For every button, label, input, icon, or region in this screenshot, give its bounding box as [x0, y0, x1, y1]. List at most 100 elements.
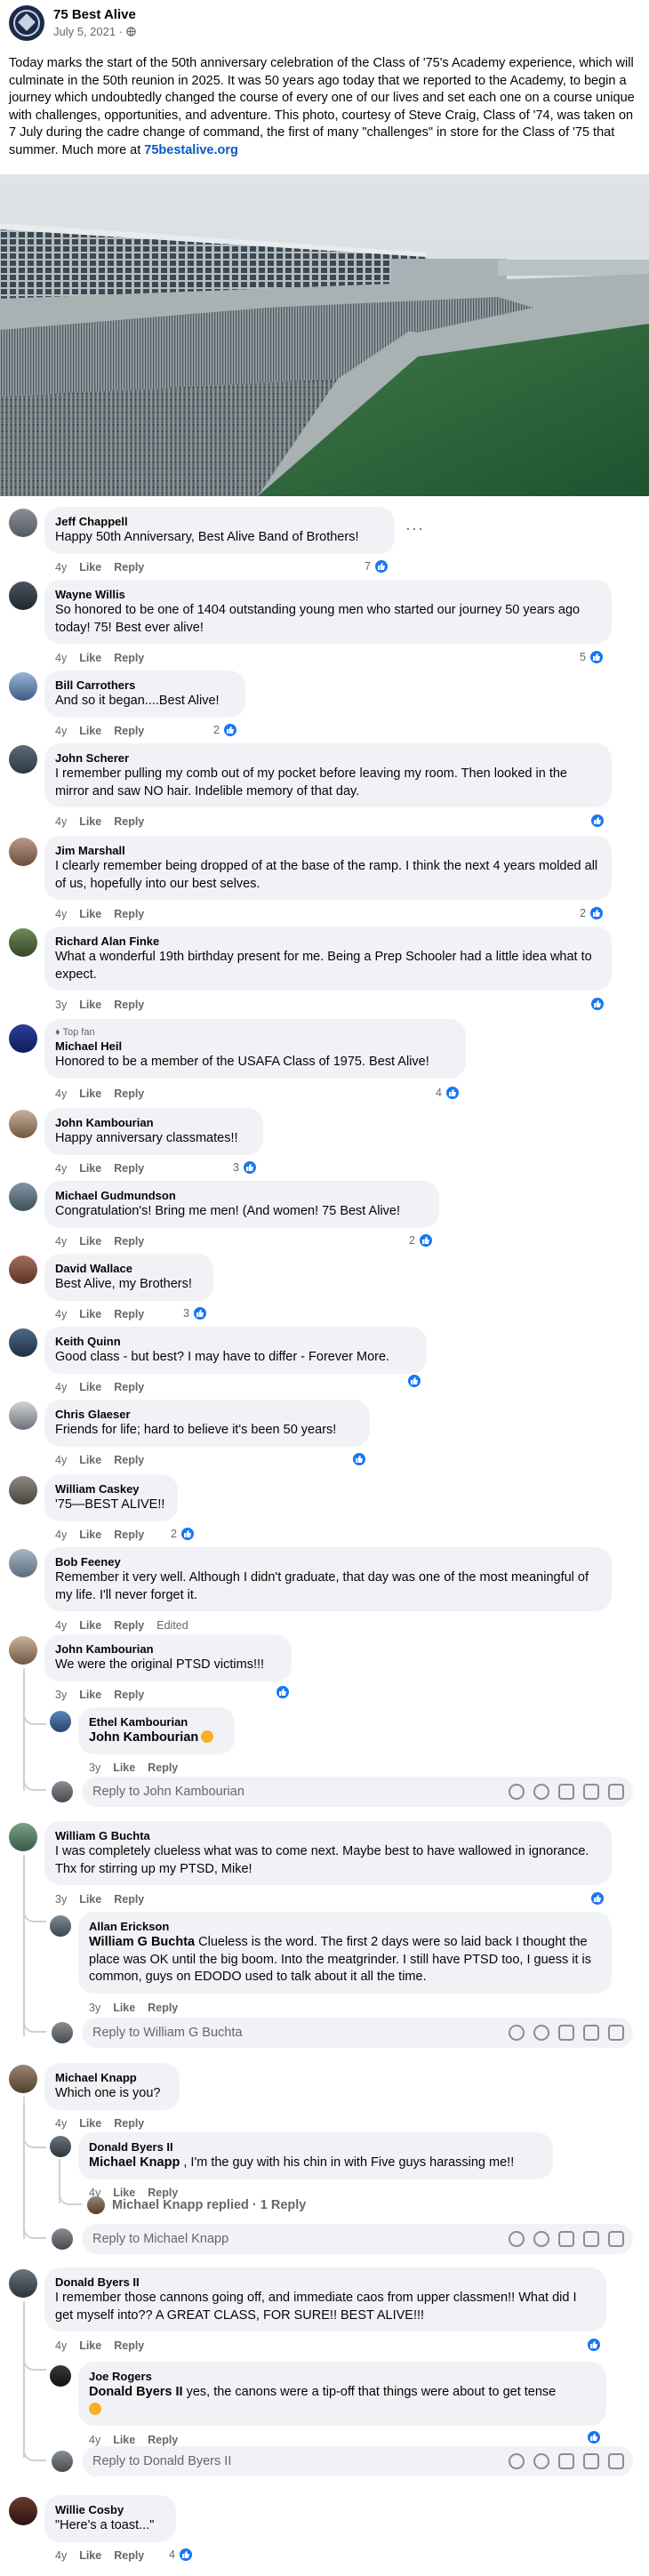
emoji-icon[interactable] — [533, 2231, 549, 2247]
sticker-icon[interactable] — [608, 2453, 624, 2469]
reaction-count[interactable]: 4 — [169, 2547, 194, 2563]
comment-author[interactable]: Donald Byers II — [89, 2139, 542, 2155]
comment-author[interactable]: John Kambourian — [55, 1641, 281, 1657]
comment-author[interactable]: Bob Feeney — [55, 1554, 601, 1569]
like-button[interactable]: Like — [79, 1893, 101, 1906]
avatar[interactable] — [9, 2497, 37, 2525]
avatar[interactable] — [9, 1549, 37, 1577]
avatar[interactable] — [9, 1110, 37, 1138]
avatar[interactable] — [9, 1256, 37, 1284]
comment-author[interactable]: Donald Byers II — [55, 2275, 596, 2290]
reply-input[interactable]: Reply to Michael Knapp — [82, 2224, 633, 2254]
reaction-count[interactable] — [272, 1684, 291, 1700]
avatar[interactable] — [9, 582, 37, 610]
avatar[interactable] — [9, 745, 37, 774]
reaction-count[interactable] — [583, 2337, 602, 2353]
comment-author[interactable]: Michael Gudmundson — [55, 1188, 429, 1203]
view-replies-link[interactable]: Michael Knapp replied · 1 Reply — [87, 2196, 306, 2214]
comment-author[interactable]: Willie Cosby — [55, 2502, 165, 2517]
mention-tag[interactable]: William G Buchta — [89, 1935, 195, 1949]
like-button[interactable]: Like — [79, 725, 101, 737]
like-button[interactable]: Like — [79, 1454, 101, 1466]
like-button[interactable]: Like — [79, 1087, 101, 1100]
reply-input[interactable]: Reply to John Kambourian — [82, 1777, 633, 1807]
reply-button[interactable]: Reply — [114, 908, 144, 920]
camera-icon[interactable] — [558, 2453, 574, 2469]
comment-author[interactable]: Michael Heil — [55, 1039, 455, 1054]
reaction-count[interactable] — [587, 813, 605, 829]
reaction-count[interactable] — [587, 996, 605, 1012]
emoji-icon[interactable] — [533, 2453, 549, 2469]
reaction-count[interactable] — [587, 1890, 605, 1906]
comment-author[interactable]: William G Buchta — [55, 1828, 601, 1843]
like-button[interactable]: Like — [113, 2002, 135, 2014]
like-button[interactable]: Like — [79, 1308, 101, 1320]
like-button[interactable]: Like — [79, 1162, 101, 1175]
comment-author[interactable]: Ethel Kambourian — [89, 1714, 224, 1729]
avatar[interactable] — [9, 1476, 37, 1505]
avatar[interactable] — [9, 672, 37, 701]
comment-time[interactable]: 4y — [55, 561, 67, 574]
avatar[interactable] — [9, 2269, 37, 2298]
reply-button[interactable]: Reply — [114, 815, 144, 828]
avatar[interactable] — [9, 1328, 37, 1357]
avatar[interactable] — [50, 1711, 71, 1732]
avatar[interactable] — [9, 1024, 37, 1053]
reaction-count[interactable]: 4 — [436, 1085, 461, 1101]
like-button[interactable]: Like — [79, 1689, 101, 1701]
emoji-icon[interactable] — [533, 1784, 549, 1800]
more-options-icon[interactable]: ··· — [405, 519, 424, 538]
emoji-icon[interactable] — [533, 2025, 549, 2041]
avatar[interactable] — [9, 928, 37, 957]
gif-icon[interactable] — [583, 2231, 599, 2247]
avatar[interactable] — [50, 2365, 71, 2387]
reply-button[interactable]: Reply — [114, 725, 144, 737]
like-button[interactable]: Like — [79, 1529, 101, 1541]
reply-button[interactable]: Reply — [148, 1761, 178, 1774]
reaction-count[interactable] — [404, 1373, 422, 1389]
avatar[interactable] — [9, 1183, 37, 1211]
avatar-sticker-icon[interactable] — [509, 1784, 525, 1800]
comment-author[interactable]: Chris Glaeser — [55, 1407, 359, 1422]
avatar[interactable] — [50, 1915, 71, 1937]
mention-tag[interactable]: Donald Byers II — [89, 2385, 183, 2399]
like-button[interactable]: Like — [79, 652, 101, 664]
reaction-count[interactable]: 2 — [213, 722, 238, 738]
reaction-count[interactable]: 3 — [183, 1305, 208, 1321]
reply-button[interactable]: Reply — [114, 1689, 144, 1701]
gif-icon[interactable] — [583, 2025, 599, 2041]
post-date[interactable]: July 5, 2021 · — [53, 25, 136, 38]
reply-button[interactable]: Reply — [114, 2339, 144, 2352]
like-button[interactable]: Like — [79, 2117, 101, 2130]
like-button[interactable]: Like — [79, 1235, 101, 1248]
comment-author[interactable]: Allan Erickson — [89, 1919, 601, 1934]
reply-button[interactable]: Reply — [114, 999, 144, 1011]
reply-button[interactable]: Reply — [114, 1619, 144, 1632]
reply-button[interactable]: Reply — [114, 1381, 144, 1393]
avatar[interactable] — [9, 838, 37, 866]
like-button[interactable]: Like — [79, 815, 101, 828]
reply-button[interactable]: Reply — [114, 652, 144, 664]
comment-author[interactable]: William Caskey — [55, 1481, 167, 1497]
reply-input[interactable]: Reply to Donald Byers II — [82, 2446, 633, 2476]
gif-icon[interactable] — [583, 1784, 599, 1800]
avatar[interactable] — [9, 509, 37, 537]
comment-author[interactable]: John Kambourian — [55, 1115, 252, 1130]
comment-author[interactable]: Jim Marshall — [55, 843, 601, 858]
reaction-count[interactable] — [349, 1451, 367, 1467]
comment-author[interactable]: Keith Quinn — [55, 1334, 416, 1349]
avatar[interactable] — [9, 1823, 37, 1851]
website-link[interactable]: 75bestalive.org — [144, 143, 238, 157]
post-photo[interactable] — [0, 174, 649, 496]
comment-author[interactable]: Wayne Willis — [55, 587, 601, 602]
like-button[interactable]: Like — [79, 999, 101, 1011]
reply-button[interactable]: Reply — [114, 2117, 144, 2130]
reaction-count[interactable]: 3 — [233, 1160, 258, 1176]
reply-input[interactable]: Reply to William G Buchta — [82, 2018, 633, 2048]
avatar-sticker-icon[interactable] — [509, 2231, 525, 2247]
comment-author[interactable]: John Scherer — [55, 750, 601, 766]
avatar[interactable] — [9, 2065, 37, 2093]
avatar-sticker-icon[interactable] — [509, 2025, 525, 2041]
reaction-count[interactable]: 2 — [580, 905, 605, 921]
like-button[interactable]: Like — [79, 561, 101, 574]
